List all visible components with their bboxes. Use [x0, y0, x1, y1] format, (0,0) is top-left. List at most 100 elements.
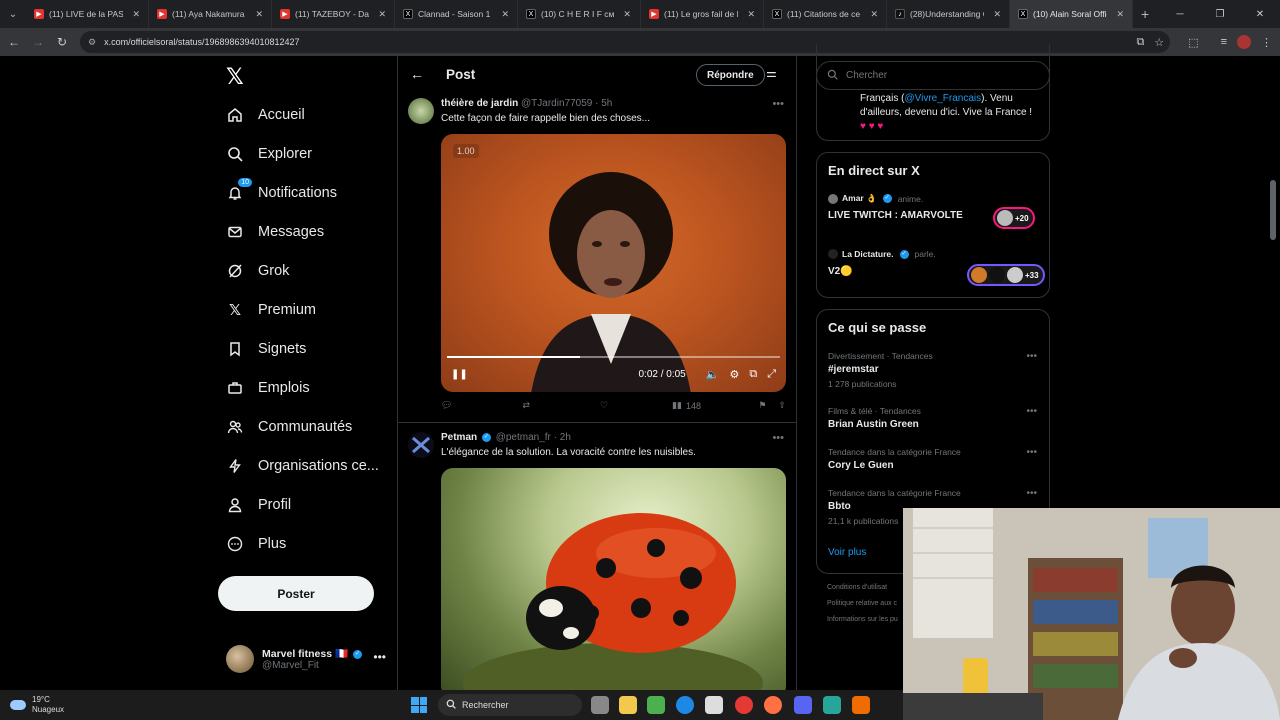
browser-tab-active[interactable]: X (10) Alain Soral Offici ✕ — [1010, 0, 1133, 28]
reload-icon[interactable]: ↻ — [50, 35, 74, 49]
new-tab-icon[interactable]: + — [1133, 6, 1157, 22]
file-explorer-icon[interactable] — [619, 696, 637, 714]
author-name[interactable]: théière de jardin — [441, 98, 518, 109]
sliders-icon[interactable]: ⚌ — [766, 66, 777, 80]
taskbar-search[interactable]: Rechercher — [438, 694, 582, 716]
close-icon[interactable]: ✕ — [623, 9, 631, 20]
trend-name[interactable]: Brian Austin Green — [828, 419, 919, 430]
live-title[interactable]: LIVE TWITCH : AMARVOLTE — [828, 210, 963, 221]
firefox-icon[interactable] — [764, 696, 782, 714]
store-icon[interactable] — [705, 696, 723, 714]
video-progress-bar[interactable] — [447, 356, 780, 358]
share-icon[interactable]: ⇪ — [778, 400, 786, 411]
picture-in-picture-icon[interactable]: ⧉ — [749, 368, 757, 381]
app-icon[interactable] — [823, 696, 841, 714]
discord-icon[interactable] — [794, 696, 812, 714]
close-icon[interactable]: ✕ — [870, 9, 878, 20]
close-icon[interactable]: ✕ — [1116, 9, 1124, 20]
browser-tab[interactable]: X Clannad - Saison 1 | A ✕ — [395, 0, 518, 28]
fullscreen-icon[interactable]: ⤢ — [767, 368, 776, 381]
reply-button[interactable]: Répondre — [696, 64, 765, 86]
star-icon[interactable]: ☆ — [1154, 36, 1164, 49]
listeners-stack[interactable]: +20 — [993, 207, 1035, 229]
nav-item-grok[interactable]: Grok — [226, 262, 289, 280]
pause-icon[interactable]: ❚❚ — [451, 369, 468, 380]
settings-gear-icon[interactable]: ⚙ — [729, 368, 739, 381]
media-icon[interactable]: ≡ — [1221, 36, 1227, 48]
install-app-icon[interactable]: ⧉ — [1136, 36, 1144, 49]
footer-link[interactable]: Informations sur les pu — [827, 616, 898, 623]
close-icon[interactable]: ✕ — [255, 9, 263, 20]
post-button[interactable]: Poster — [218, 576, 374, 611]
trend-name[interactable]: Bbto — [828, 501, 851, 512]
close-icon[interactable]: ✕ — [501, 9, 509, 20]
avatar[interactable] — [408, 98, 434, 124]
chrome-icon[interactable] — [735, 696, 753, 714]
tweet[interactable]: théière de jardin @TJardin77059 · 5h •••… — [398, 94, 796, 424]
footer-link[interactable]: Conditions d'utilisat — [827, 584, 887, 591]
close-icon[interactable]: ✕ — [993, 9, 1001, 20]
more-icon[interactable]: ••• — [772, 98, 784, 110]
back-arrow-icon[interactable]: ← — [410, 66, 424, 82]
browser-tab[interactable]: ▶ (11) Aya Nakamura a ✕ — [149, 0, 272, 28]
more-icon[interactable]: ••• — [1026, 406, 1037, 417]
author-name[interactable]: Petman — [441, 432, 477, 443]
views-button[interactable]: ▮▮ 148 — [672, 400, 701, 411]
more-icon[interactable]: ••• — [1026, 351, 1037, 362]
browser-tab[interactable]: ▶ (11) LIVE de la PASSIO ✕ — [26, 0, 149, 28]
live-title[interactable]: V2🟡 — [828, 266, 853, 277]
tweet-time[interactable]: · 2h — [554, 432, 571, 443]
forward-icon[interactable]: → — [26, 35, 50, 49]
nav-item-organizations[interactable]: Organisations ce... — [226, 457, 379, 475]
close-icon[interactable]: ✕ — [378, 9, 386, 20]
retweet-icon[interactable]: ⇄ — [522, 400, 530, 411]
search-input[interactable]: Chercher — [816, 61, 1050, 90]
trend-name[interactable]: #jeremstar — [828, 364, 879, 375]
browser-profile-avatar[interactable] — [1237, 35, 1251, 49]
playback-speed[interactable]: 1.00 — [453, 144, 479, 158]
weather-widget[interactable]: 19°C Nuageux — [10, 695, 64, 715]
mention-link[interactable]: @Vivre_Francais — [904, 93, 981, 104]
tweet-time[interactable]: · 5h — [595, 98, 612, 109]
volume-icon[interactable]: 🔈 — [706, 368, 720, 381]
restore-icon[interactable]: ❐ — [1200, 9, 1240, 20]
nav-item-explore[interactable]: Explorer — [226, 145, 312, 163]
nav-item-messages[interactable]: Messages — [226, 223, 324, 241]
browser-tab[interactable]: ▶ (11) Le gros fail de M ✕ — [641, 0, 764, 28]
video-player[interactable]: 1.00 ❚❚ 0:02 / 0:05 🔈 ⚙ ⧉ ⤢ — [441, 134, 786, 392]
site-info-icon[interactable]: ⚙ — [88, 37, 96, 48]
minimize-icon[interactable]: ─ — [1160, 9, 1200, 20]
nav-item-more[interactable]: Plus — [226, 535, 286, 553]
nav-item-notifications[interactable]: 10 Notifications — [226, 178, 337, 202]
more-icon[interactable]: ••• — [772, 432, 784, 444]
browser-tab[interactable]: X (10) C H E R I F cм ✕ — [518, 0, 641, 28]
nav-item-home[interactable]: Accueil — [226, 106, 305, 124]
close-icon[interactable]: ✕ — [747, 9, 755, 20]
back-icon[interactable]: ← — [2, 35, 26, 49]
live-host[interactable]: Amar 👌 ✓ anime. — [828, 193, 923, 204]
browser-tab[interactable]: ▶ (11) TAZEBOY - Dans ✕ — [272, 0, 395, 28]
nav-item-premium[interactable]: 𝕏 Premium — [226, 301, 316, 319]
close-window-icon[interactable]: ✕ — [1240, 9, 1280, 20]
browser-tab[interactable]: ♪ (28)Understanding C ✕ — [887, 0, 1010, 28]
see-more-link[interactable]: Voir plus — [828, 547, 866, 558]
tweet-image[interactable] — [441, 468, 786, 690]
browser-menu-icon[interactable]: ⋮ — [1261, 36, 1272, 49]
scrollbar-thumb[interactable] — [1270, 180, 1276, 240]
footer-link[interactable]: Politique relative aux c — [827, 600, 897, 607]
reply-icon[interactable]: 💬︎ — [441, 400, 452, 411]
author-handle[interactable]: @petman_fr — [496, 432, 551, 443]
more-icon[interactable]: ••• — [1026, 447, 1037, 458]
task-view-icon[interactable] — [591, 696, 609, 714]
tweet[interactable]: Petman ✓ @petman_fr · 2h ••• L'élégance … — [398, 428, 796, 690]
x-logo-icon[interactable]: 𝕏 — [226, 64, 244, 90]
windows-start-icon[interactable] — [411, 697, 427, 713]
like-icon[interactable]: ♡ — [600, 400, 608, 411]
vlc-icon[interactable] — [852, 696, 870, 714]
trend-name[interactable]: Cory Le Guen — [828, 460, 894, 471]
close-icon[interactable]: ✕ — [132, 9, 140, 20]
tab-search-icon[interactable]: ⌄ — [0, 0, 26, 28]
more-icon[interactable]: ••• — [1026, 488, 1037, 499]
listeners-stack[interactable]: +33 — [967, 264, 1045, 286]
nav-item-jobs[interactable]: Emplois — [226, 379, 310, 397]
